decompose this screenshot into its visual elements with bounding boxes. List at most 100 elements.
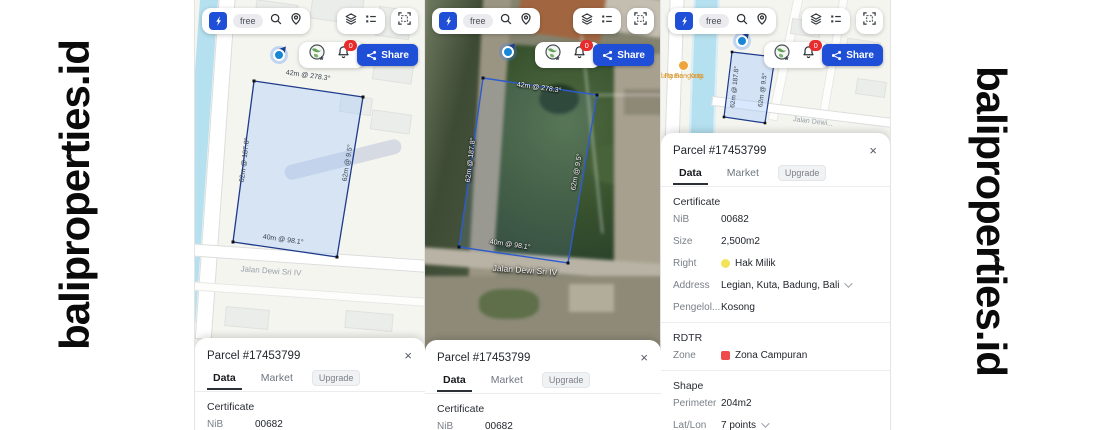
map-tools-pill xyxy=(802,8,850,34)
parcel-bottom-sheet: Parcel #17453799 × Data Market Upgrade C… xyxy=(425,340,661,430)
area-select-pill xyxy=(856,8,883,34)
tab-market[interactable]: Market xyxy=(255,371,299,390)
globe-icon[interactable] xyxy=(543,43,563,68)
notifications-bell[interactable]: 0 xyxy=(572,45,587,65)
brand-watermark-right: baliproperties.id xyxy=(967,66,1015,376)
section-rdtr: RDTR xyxy=(673,332,878,344)
search-icon[interactable] xyxy=(735,12,749,31)
current-location-indicator xyxy=(733,32,751,50)
secondary-toolbar: 0 Share xyxy=(535,42,654,68)
close-icon[interactable]: × xyxy=(403,349,413,362)
logo-icon[interactable] xyxy=(439,12,457,30)
layers-icon[interactable] xyxy=(344,12,358,31)
upgrade-badge[interactable]: Upgrade xyxy=(312,370,361,386)
sheet-tabs: Data Market Upgrade xyxy=(437,372,649,393)
logo-icon[interactable] xyxy=(675,12,693,30)
tab-data[interactable]: Data xyxy=(673,166,708,185)
poi-marker-icon[interactable] xyxy=(678,60,689,71)
tab-data[interactable]: Data xyxy=(207,371,242,390)
row-zone: Zone Zona Campuran xyxy=(673,344,878,366)
share-icon xyxy=(831,50,842,61)
row-nib: NiB 00682 xyxy=(207,413,413,430)
area-select-icon[interactable] xyxy=(397,11,412,31)
close-icon[interactable]: × xyxy=(868,144,878,157)
share-button[interactable]: Share xyxy=(593,44,654,66)
map-tools-pill xyxy=(573,8,621,34)
status-pill: 0 xyxy=(535,42,601,68)
row-size: Size 2,500m2 xyxy=(673,230,878,252)
upgrade-badge[interactable]: Upgrade xyxy=(542,372,591,388)
notification-count-badge: 0 xyxy=(344,40,357,51)
free-plan-badge: free xyxy=(233,14,263,28)
chevron-down-icon[interactable] xyxy=(761,419,769,427)
section-certificate: Certificate xyxy=(207,401,413,413)
legend-list-icon[interactable] xyxy=(829,12,843,31)
area-select-icon[interactable] xyxy=(862,11,877,31)
status-pill: 0 xyxy=(299,42,365,68)
row-nib: NiB 00682 xyxy=(437,415,649,430)
location-pin-icon[interactable] xyxy=(755,12,769,31)
parcel-title: Parcel #17453799 xyxy=(207,350,403,362)
sheet-tabs: Data Market Upgrade xyxy=(673,165,878,186)
brand-watermark-left: baliproperties.id xyxy=(51,40,99,350)
legend-list-icon[interactable] xyxy=(600,12,614,31)
current-location-indicator xyxy=(270,46,288,64)
area-select-pill xyxy=(627,8,654,34)
tab-market[interactable]: Market xyxy=(721,166,765,185)
free-plan-badge: free xyxy=(463,14,493,28)
legend-list-icon[interactable] xyxy=(364,12,378,31)
notification-count-badge: 0 xyxy=(580,40,593,51)
current-location-indicator xyxy=(499,43,517,61)
close-icon[interactable]: × xyxy=(639,351,649,364)
row-address[interactable]: Address Legian, Kuta, Badung, Bali xyxy=(673,274,878,296)
area-select-pill xyxy=(391,8,418,34)
secondary-toolbar: 0 Share xyxy=(764,42,883,68)
share-button[interactable]: Share xyxy=(822,44,883,66)
row-right: Right Hak Milik xyxy=(673,252,878,274)
search-icon[interactable] xyxy=(499,12,513,31)
parcel-bottom-sheet: Parcel #17453799 × Data Market Upgrade C… xyxy=(661,133,890,430)
status-pill: 0 xyxy=(764,42,830,68)
section-certificate: Certificate xyxy=(673,196,878,208)
tab-market[interactable]: Market xyxy=(485,373,529,392)
globe-icon[interactable] xyxy=(307,43,327,68)
share-button[interactable]: Share xyxy=(357,44,418,66)
location-pin-icon[interactable] xyxy=(519,12,533,31)
row-latlon[interactable]: Lat/Lon 7 points xyxy=(673,414,878,430)
row-nib: NiB 00682 xyxy=(673,208,878,230)
area-select-icon[interactable] xyxy=(633,11,648,31)
share-icon xyxy=(602,50,613,61)
top-toolbar: free xyxy=(202,8,418,34)
notifications-bell[interactable]: 0 xyxy=(801,45,816,65)
section-certificate: Certificate xyxy=(437,403,649,415)
location-pin-icon[interactable] xyxy=(289,12,303,31)
notification-count-badge: 0 xyxy=(809,40,822,51)
search-pill: free xyxy=(202,8,310,34)
right-color-swatch xyxy=(721,259,730,268)
screenshot-satellite-view: 42m @ 278.3° 62m @ 187.8° 62m @ 9.5° 40m… xyxy=(425,0,661,430)
row-pengelola: Pengelol... Kosong xyxy=(673,296,878,318)
search-icon[interactable] xyxy=(269,12,283,31)
globe-icon[interactable] xyxy=(772,43,792,68)
logo-icon[interactable] xyxy=(209,12,227,30)
row-perimeter: Perimeter 204m2 xyxy=(673,392,878,414)
top-toolbar: free xyxy=(432,8,654,34)
section-shape: Shape xyxy=(673,380,878,392)
search-pill: free xyxy=(668,8,776,34)
chevron-down-icon[interactable] xyxy=(845,279,853,287)
screenshot-parcel-details: 62m @ 187.8° 62m @ 9.5° Jalan Dewi... un… xyxy=(661,0,890,430)
layers-icon[interactable] xyxy=(809,12,823,31)
search-pill: free xyxy=(432,8,540,34)
notifications-bell[interactable]: 0 xyxy=(336,45,351,65)
sheet-tabs: Data Market Upgrade xyxy=(207,370,413,391)
upgrade-badge[interactable]: Upgrade xyxy=(778,165,827,181)
tab-data[interactable]: Data xyxy=(437,373,472,392)
composite-screenshot: baliproperties.id baliproperties.id 42m … xyxy=(0,0,1097,430)
layers-icon[interactable] xyxy=(580,12,594,31)
parcel-bottom-sheet: Parcel #17453799 × Data Market Upgrade C… xyxy=(195,338,425,430)
parcel-title: Parcel #17453799 xyxy=(437,352,639,364)
parcel-title: Parcel #17453799 xyxy=(673,145,868,157)
share-icon xyxy=(366,50,377,61)
screenshot-map-view: 42m @ 278.3° 62m @ 187.8° 62m @ 9.5° 40m… xyxy=(195,0,425,430)
zone-color-swatch xyxy=(721,351,730,360)
